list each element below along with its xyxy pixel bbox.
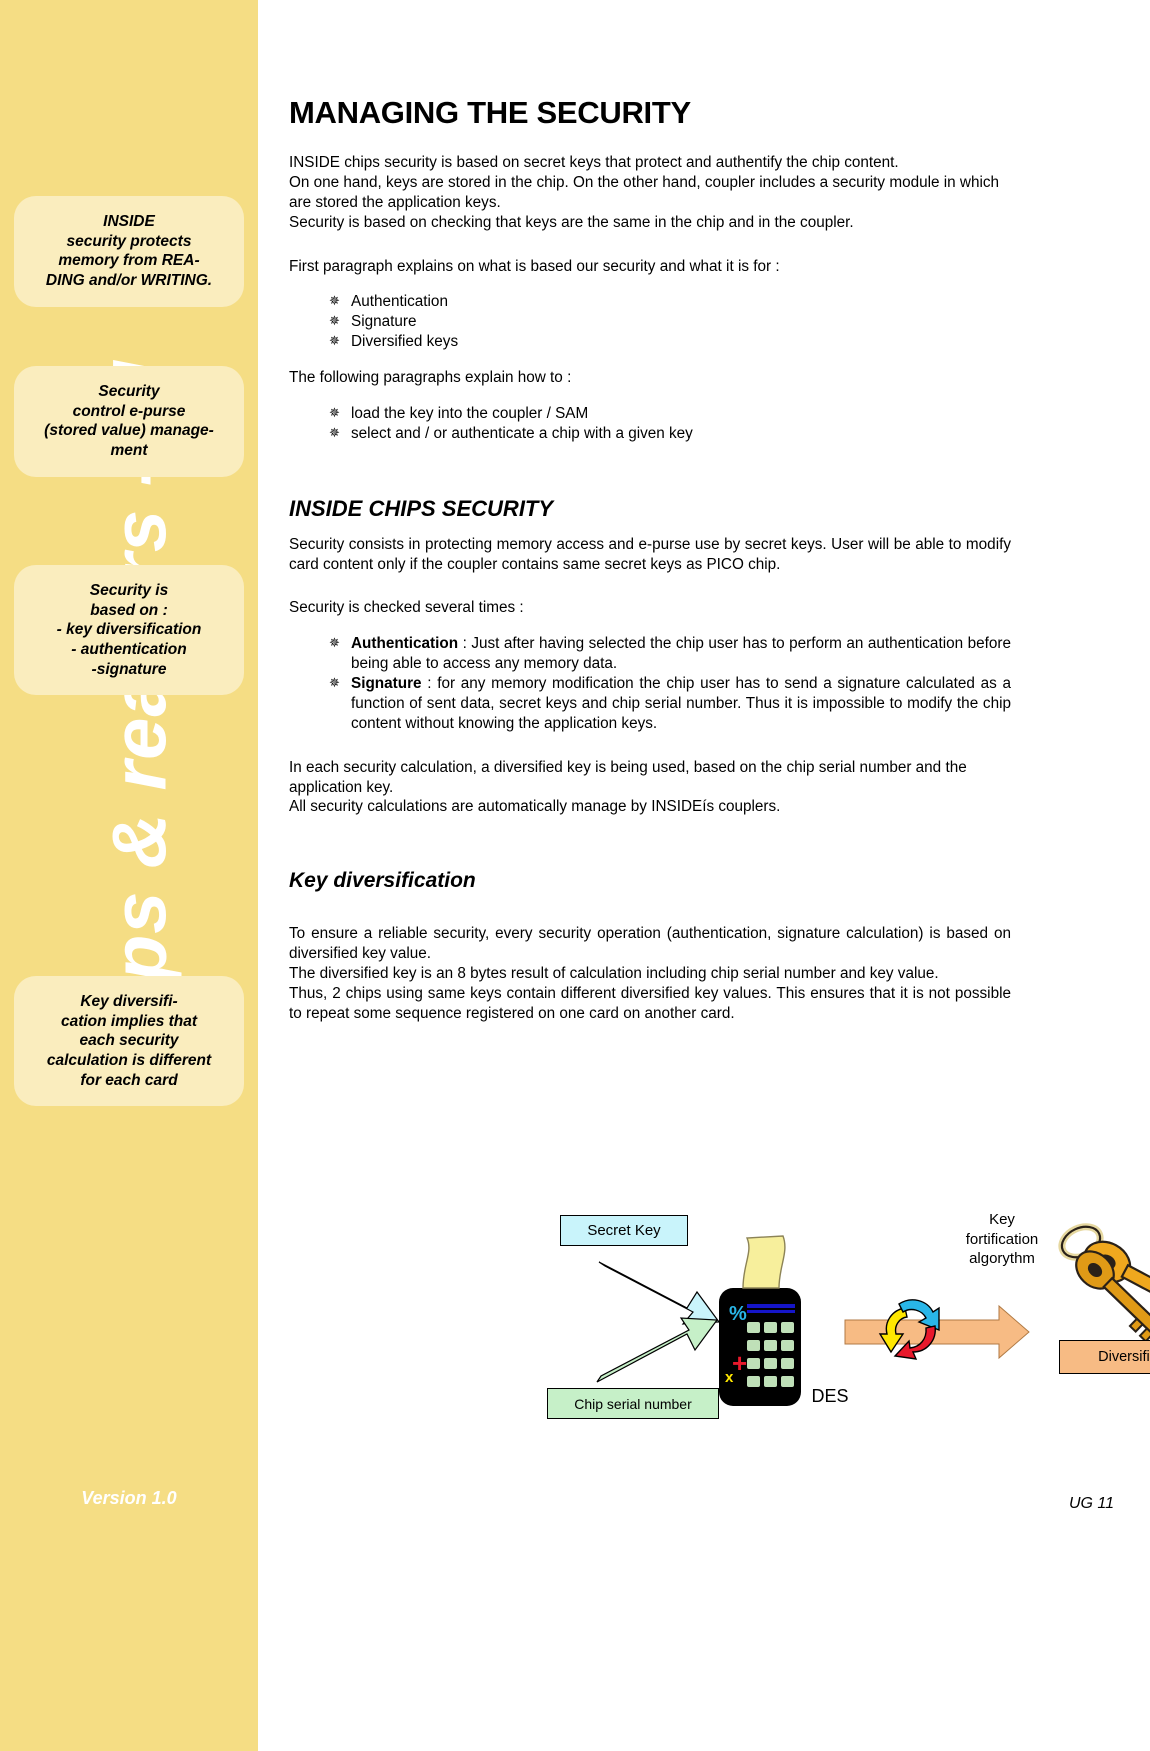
diagram-label-secret-key: Secret Key bbox=[560, 1215, 688, 1246]
svg-text:%: % bbox=[729, 1303, 747, 1325]
main-content-area: MANAGING THE SECURITY INSIDE chips secur… bbox=[258, 0, 1150, 1751]
diagram-label-key-fortification-algorythm: Key fortification algorythm bbox=[965, 1211, 1039, 1267]
footer-page-number: UG 11 bbox=[1068, 1495, 1114, 1512]
check-term: Signature bbox=[351, 675, 422, 692]
svg-text:+: + bbox=[732, 1348, 747, 1378]
first-paragraph-lead: First paragraph explains on what is base… bbox=[289, 257, 780, 275]
check-text: : for any memory modification the chip u… bbox=[351, 675, 1011, 732]
chip-serial-arrow-icon bbox=[596, 1317, 719, 1383]
section-heading-inside-chips-security: INSIDE CHIPS SECURITY bbox=[289, 495, 554, 521]
bullet-star-icon: ✵ bbox=[329, 675, 340, 690]
list-item-label: select and / or authenticate a chip with… bbox=[351, 424, 693, 442]
sidebar: Chips & readers - RI INSIDE security prot… bbox=[0, 0, 258, 1751]
key-diversification-diagram: % + x Secret Key Chip serial number Dive… bbox=[547, 1200, 1150, 1450]
article-body: MANAGING THE SECURITY INSIDE chips secur… bbox=[289, 95, 1011, 1024]
list-item-label: Authentication bbox=[351, 293, 448, 311]
section2-paragraph-2: The diversified key is an 8 bytes result… bbox=[289, 965, 939, 982]
list-item-label: Diversified keys bbox=[351, 333, 459, 351]
secret-key-arrow-icon bbox=[598, 1261, 721, 1325]
sidebar-callout-3: Security is based on :- key diversificati… bbox=[14, 565, 244, 696]
bullet-star-icon: ✵ bbox=[329, 313, 340, 329]
list-item: ✵ Diversified keys bbox=[329, 332, 1011, 352]
list-item: ✵ Authentication bbox=[329, 292, 1011, 312]
second-bullet-list: ✵ load the key into the coupler / SAM ✵ … bbox=[289, 404, 1011, 444]
list-item: ✵ Signature bbox=[329, 312, 1011, 332]
diagram-label-diversified-key: Diversified Key bbox=[1059, 1340, 1150, 1374]
list-item: ✵ Authentication : Just after having sele… bbox=[329, 634, 1011, 674]
section2-paragraph-3: Thus, 2 chips using same keys contain di… bbox=[289, 984, 1011, 1022]
section-heading-key-diversification: Key diversification bbox=[289, 869, 476, 893]
calculator-icon: % + x bbox=[719, 1235, 801, 1406]
sidebar-callout-1: INSIDE security protects memory from REA- D… bbox=[14, 196, 244, 307]
security-checks-list: ✵ Authentication : Just after having sele… bbox=[289, 634, 1011, 733]
version-label: Version 1.0 bbox=[81, 1488, 177, 1508]
check-term: Authentication bbox=[351, 635, 459, 653]
intro-paragraph: INSIDE chips security is based on secret… bbox=[289, 154, 1000, 231]
sidebar-callout-2: Security control e-purse (stored value) ma… bbox=[14, 366, 244, 477]
document-page: Chips & readers - RI INSIDE security prot… bbox=[0, 0, 1150, 1751]
section1-paragraph-1: Security consists in protecting memory a… bbox=[289, 535, 1011, 573]
bullet-star-icon: ✵ bbox=[329, 293, 340, 309]
page-title: MANAGING THE SECURITY bbox=[289, 95, 691, 130]
section1-paragraph-2: Security is checked several times : bbox=[289, 599, 524, 617]
bullet-star-icon: ✵ bbox=[329, 333, 340, 349]
bullet-star-icon: ✵ bbox=[329, 635, 340, 651]
diagram-label-des: DES bbox=[811, 1386, 849, 1406]
following-paragraph-lead: The following paragraphs explain how to … bbox=[289, 369, 572, 386]
section2-paragraph-1: To ensure a reliable security, every sec… bbox=[289, 925, 1011, 963]
list-item: ✵ Signature : for any memory modification… bbox=[329, 674, 1011, 734]
list-item-label: load the key into the coupler / SAM bbox=[351, 404, 589, 422]
bullet-star-icon: ✵ bbox=[329, 404, 340, 420]
first-bullet-list: ✵ Authentication ✵ Signature ✵ Diversifi… bbox=[289, 292, 1011, 352]
bullet-star-icon: ✵ bbox=[329, 424, 340, 440]
list-item-label: Signature bbox=[351, 313, 417, 331]
diagram-label-chip-serial-number: Chip serial number bbox=[547, 1388, 719, 1419]
svg-text:x: x bbox=[725, 1369, 734, 1386]
list-item: ✵ select and / or authenticate a chip wi… bbox=[329, 424, 1011, 444]
list-item: ✵ load the key into the coupler / SAM bbox=[329, 404, 1011, 424]
sidebar-callout-4: Key diversifi-cation implies that each se… bbox=[14, 976, 244, 1107]
section1-paragraph-3: In each security calculation, a diversif… bbox=[289, 758, 967, 816]
